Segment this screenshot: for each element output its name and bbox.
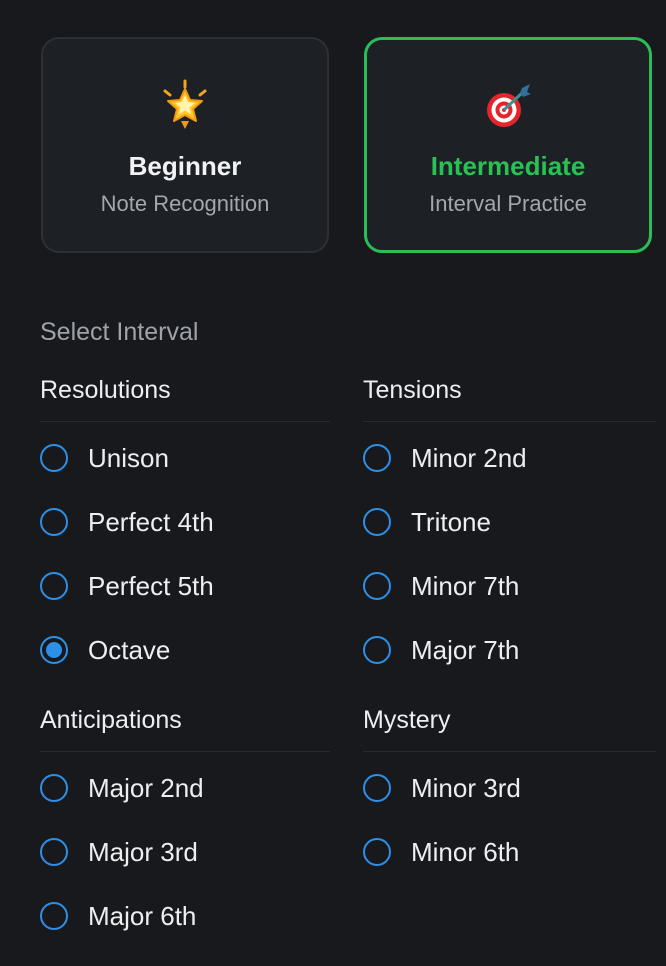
radio-button[interactable]: [363, 838, 391, 866]
radio-button[interactable]: [363, 444, 391, 472]
interval-label: Major 3rd: [88, 836, 198, 867]
interval-label: Minor 2nd: [411, 442, 527, 473]
radio-button[interactable]: [40, 444, 68, 472]
interval-option-unison[interactable]: Unison: [40, 440, 169, 476]
divider: [40, 421, 330, 422]
interval-label: Major 7th: [411, 634, 520, 665]
interval-label: Major 6th: [88, 900, 197, 931]
group-title-resolutions: Resolutions: [40, 376, 171, 404]
radio-button[interactable]: [40, 774, 68, 802]
interval-label: Perfect 4th: [88, 506, 214, 537]
group-title-tensions: Tensions: [363, 376, 462, 404]
interval-option-minor-2nd[interactable]: Minor 2nd: [363, 440, 527, 476]
divider: [363, 751, 656, 752]
interval-option-minor-6th[interactable]: Minor 6th: [363, 834, 519, 870]
level-subtitle: Note Recognition: [100, 191, 270, 216]
interval-label: Minor 7th: [411, 570, 520, 601]
interval-option-major-3rd[interactable]: Major 3rd: [40, 834, 198, 870]
radio-button[interactable]: [40, 902, 68, 930]
level-card-beginner[interactable]: Beginner Note Recognition: [41, 37, 329, 253]
radio-button[interactable]: [363, 636, 391, 664]
group-title-mystery: Mystery: [363, 706, 451, 734]
interval-label: Major 2nd: [88, 772, 204, 803]
glowing-star-icon: [43, 79, 327, 131]
divider: [40, 751, 330, 752]
interval-option-major-6th[interactable]: Major 6th: [40, 898, 196, 934]
interval-option-major-7th[interactable]: Major 7th: [363, 632, 519, 668]
interval-label: Unison: [88, 442, 169, 473]
radio-button[interactable]: [40, 572, 68, 600]
interval-label: Perfect 5th: [88, 570, 214, 601]
radio-button[interactable]: [363, 572, 391, 600]
level-title: Intermediate: [430, 151, 586, 181]
radio-button[interactable]: [40, 508, 68, 536]
radio-button[interactable]: [363, 508, 391, 536]
interval-option-octave[interactable]: Octave: [40, 632, 170, 668]
interval-label: Minor 6th: [411, 836, 520, 867]
radio-button-selected[interactable]: [40, 636, 68, 664]
direct-hit-target-icon: [367, 80, 649, 132]
interval-option-perfect-4th[interactable]: Perfect 4th: [40, 504, 214, 540]
group-title-anticipations: Anticipations: [40, 706, 182, 734]
interval-option-minor-7th[interactable]: Minor 7th: [363, 568, 519, 604]
level-title: Beginner: [128, 151, 242, 181]
level-card-intermediate[interactable]: Intermediate Interval Practice: [364, 37, 652, 253]
interval-label: Octave: [88, 634, 171, 665]
interval-label: Minor 3rd: [411, 772, 521, 803]
level-subtitle: Interval Practice: [429, 191, 587, 216]
interval-option-perfect-5th[interactable]: Perfect 5th: [40, 568, 214, 604]
radio-button[interactable]: [40, 838, 68, 866]
interval-option-tritone[interactable]: Tritone: [363, 504, 491, 540]
divider: [363, 421, 656, 422]
interval-option-minor-3rd[interactable]: Minor 3rd: [363, 770, 521, 806]
select-interval-label: Select Interval: [40, 318, 199, 346]
interval-option-major-2nd[interactable]: Major 2nd: [40, 770, 204, 806]
radio-button[interactable]: [363, 774, 391, 802]
interval-label: Tritone: [411, 506, 491, 537]
